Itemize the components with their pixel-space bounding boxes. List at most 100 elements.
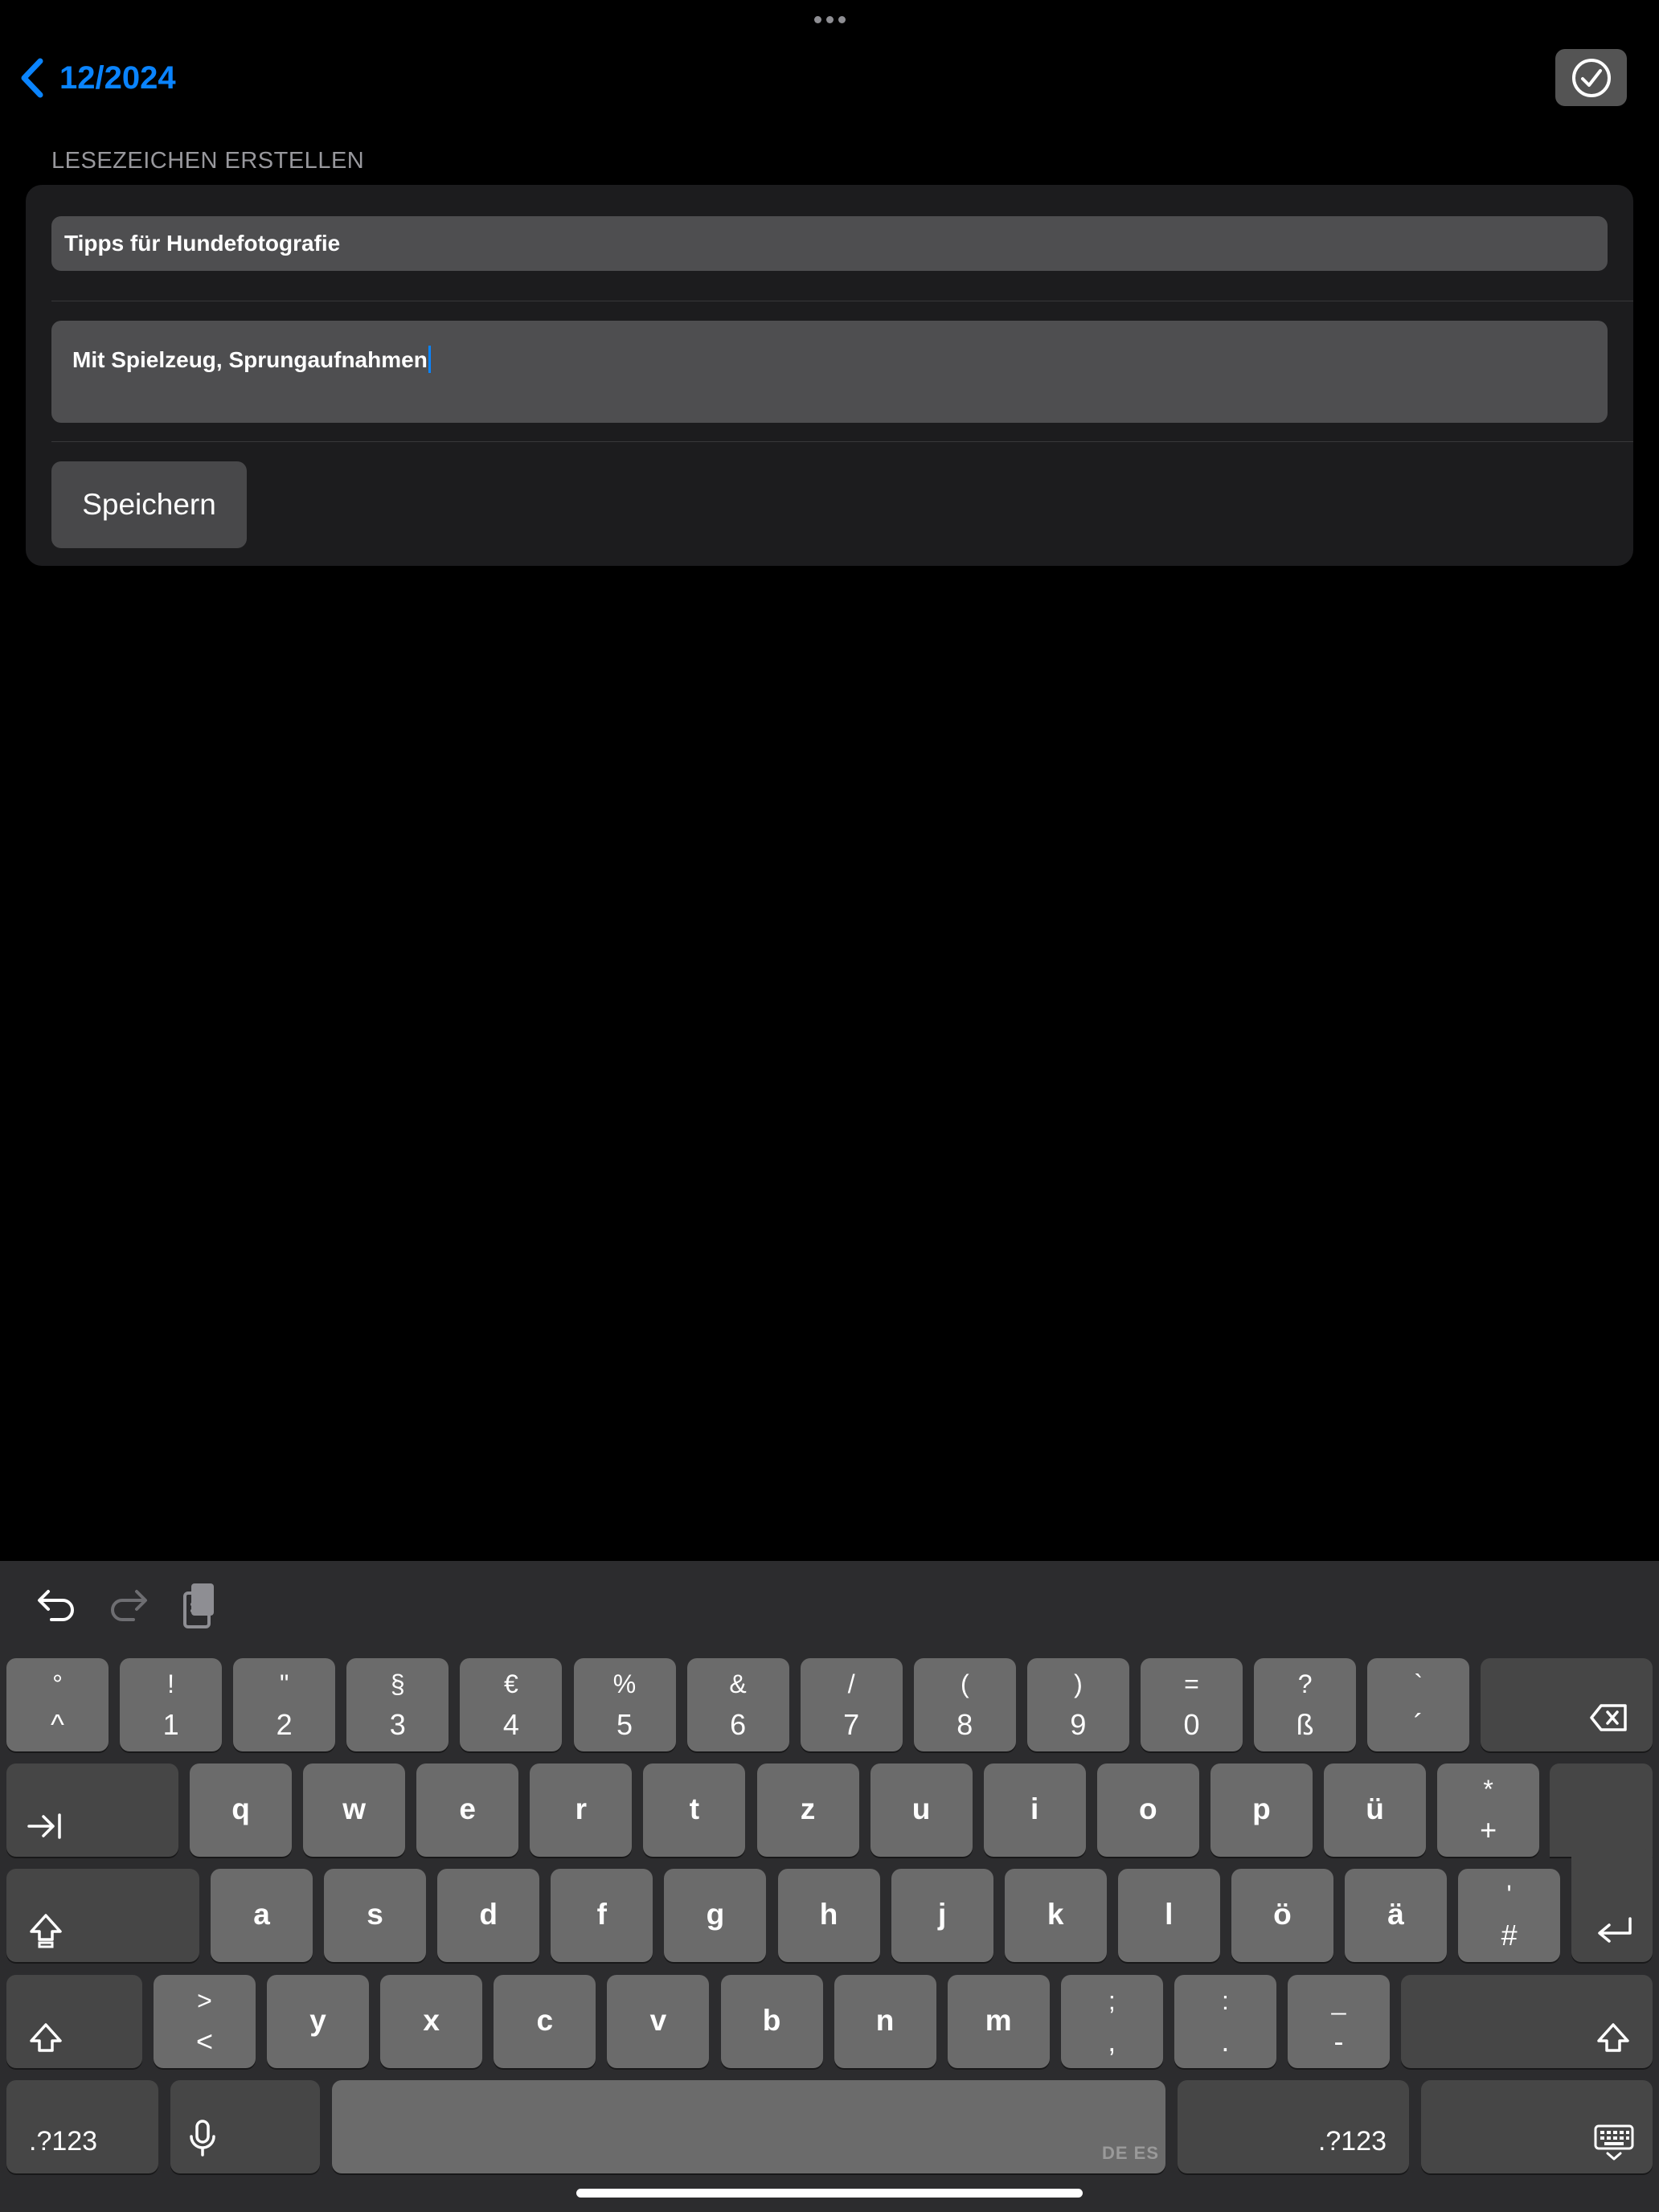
- key-letter[interactable]: l: [1117, 1869, 1220, 1962]
- key-letter[interactable]: j: [891, 1869, 993, 1962]
- keyboard-dismiss-key[interactable]: [1421, 2080, 1653, 2173]
- key-letter[interactable]: d: [437, 1869, 540, 1962]
- return-key-top[interactable]: [1550, 1763, 1653, 1857]
- chevron-left-icon: [21, 58, 43, 98]
- key-letter[interactable]: b: [720, 1975, 823, 2068]
- delete-icon: [1590, 1704, 1627, 1731]
- key-shift-label: *: [1483, 1775, 1493, 1804]
- key-letter[interactable]: n: [834, 1975, 936, 2068]
- key-label: 0: [1183, 1708, 1200, 1741]
- return-key[interactable]: [1571, 1849, 1653, 1962]
- paste-button[interactable]: [173, 1577, 229, 1633]
- checkmark-circle-icon: [1571, 58, 1611, 97]
- key-letter[interactable]: s: [324, 1869, 427, 1962]
- key-letter[interactable]: y: [267, 1975, 370, 2068]
- key-letter[interactable]: k: [1004, 1869, 1107, 1962]
- key-letter[interactable]: t: [643, 1763, 746, 1857]
- key-letter[interactable]: a: [211, 1869, 313, 1962]
- key-label: v: [649, 2004, 667, 2037]
- key-label: s: [367, 1898, 383, 1931]
- key-letter[interactable]: o: [1096, 1763, 1199, 1857]
- key-label: ä: [1387, 1898, 1404, 1931]
- shift-icon: [30, 2023, 62, 2052]
- redo-button[interactable]: [100, 1577, 157, 1633]
- multitasking-dots[interactable]: [812, 13, 847, 26]
- key-label: z: [800, 1792, 816, 1825]
- key-label: .: [1221, 2025, 1230, 2058]
- title-input[interactable]: [51, 216, 1608, 271]
- delete-key[interactable]: [1481, 1658, 1653, 1751]
- key-number-2[interactable]: " 2: [233, 1658, 336, 1751]
- key-letter[interactable]: e: [416, 1763, 519, 1857]
- numbers-key-right[interactable]: .?123: [1178, 2080, 1409, 2173]
- key-letter[interactable]: i: [983, 1763, 1086, 1857]
- tab-key[interactable]: [6, 1763, 178, 1857]
- key-number-5[interactable]: % 5: [573, 1658, 676, 1751]
- key-letter[interactable]: r: [530, 1763, 633, 1857]
- key-label: o: [1138, 1792, 1157, 1825]
- key-letter[interactable]: h: [777, 1869, 880, 1962]
- key-letter[interactable]: ö: [1231, 1869, 1333, 1962]
- key-label: x: [423, 2004, 440, 2037]
- return-icon: [1598, 1917, 1632, 1943]
- key-label: a: [253, 1898, 270, 1931]
- key-letter[interactable]: w: [303, 1763, 406, 1857]
- key-punctuation[interactable]: ;,: [1060, 1975, 1163, 2068]
- key-number-6[interactable]: & 6: [686, 1658, 789, 1751]
- key-letter[interactable]: u: [870, 1763, 973, 1857]
- undo-button[interactable]: [28, 1577, 84, 1633]
- shift-key-left[interactable]: [6, 1975, 142, 2068]
- key-label: #: [1501, 1919, 1518, 1952]
- key-letter[interactable]: z: [756, 1763, 859, 1857]
- key-letter[interactable]: c: [494, 1975, 596, 2068]
- key-number-1[interactable]: ! 1: [120, 1658, 223, 1751]
- key-number-12[interactable]: ` ´: [1367, 1658, 1470, 1751]
- key-punctuation[interactable]: _ -: [1288, 1975, 1390, 2068]
- key-letter[interactable]: ä: [1345, 1869, 1447, 1962]
- key-letter[interactable]: q: [190, 1763, 292, 1857]
- key-number-4[interactable]: €4: [460, 1658, 563, 1751]
- key-number-0[interactable]: ° ^: [6, 1658, 109, 1751]
- key-label: ^: [51, 1708, 64, 1741]
- caps-lock-key[interactable]: [6, 1869, 199, 1962]
- key-number-7[interactable]: /7: [800, 1658, 903, 1751]
- key-number-11[interactable]: ? ß: [1254, 1658, 1357, 1751]
- key-shift-label: `: [1414, 1669, 1423, 1698]
- key-letter[interactable]: f: [551, 1869, 653, 1962]
- key-number-8[interactable]: (8: [913, 1658, 1016, 1751]
- key-letter[interactable]: g: [664, 1869, 767, 1962]
- key-label: t: [689, 1792, 700, 1825]
- key-angle-brackets[interactable]: > <: [154, 1975, 256, 2068]
- key-label: -: [1333, 2025, 1344, 2058]
- key-letter[interactable]: p: [1210, 1763, 1313, 1857]
- key-label: 5: [616, 1708, 633, 1741]
- key-number-10[interactable]: = 0: [1141, 1658, 1243, 1751]
- back-button[interactable]: 12/2024: [18, 53, 176, 103]
- key-label: 6: [730, 1708, 747, 1741]
- space-bar[interactable]: DE ES: [332, 2080, 1165, 2173]
- numbers-key-left[interactable]: .?123: [6, 2080, 158, 2173]
- dictation-key[interactable]: [170, 2080, 320, 2173]
- key-number-3[interactable]: § 3: [346, 1658, 449, 1751]
- key-shift-label: !: [167, 1669, 175, 1698]
- home-indicator[interactable]: [576, 2189, 1083, 2198]
- key-letter[interactable]: x: [380, 1975, 483, 2068]
- done-button[interactable]: [1555, 49, 1627, 106]
- undo-icon: [38, 1590, 74, 1621]
- key-label: e: [459, 1792, 476, 1825]
- save-button[interactable]: Speichern: [51, 461, 247, 548]
- back-label: 12/2024: [59, 59, 176, 96]
- key-letter[interactable]: m: [947, 1975, 1050, 2068]
- key-plus[interactable]: * +: [1437, 1763, 1540, 1857]
- shift-key-right[interactable]: [1401, 1975, 1653, 2068]
- key-label: 7: [843, 1708, 860, 1741]
- note-textarea[interactable]: Mit Spielzeug, Sprungaufnahmen: [51, 321, 1608, 423]
- numbers-key-label: .?123: [29, 2126, 98, 2157]
- key-punctuation[interactable]: :.: [1174, 1975, 1276, 2068]
- key-number-9[interactable]: ) 9: [1026, 1658, 1129, 1751]
- key-label: +: [1480, 1813, 1497, 1846]
- key-letter[interactable]: ü: [1324, 1763, 1426, 1857]
- key-hash[interactable]: ' #: [1458, 1869, 1561, 1962]
- key-label: u: [911, 1792, 931, 1825]
- key-letter[interactable]: v: [607, 1975, 710, 2068]
